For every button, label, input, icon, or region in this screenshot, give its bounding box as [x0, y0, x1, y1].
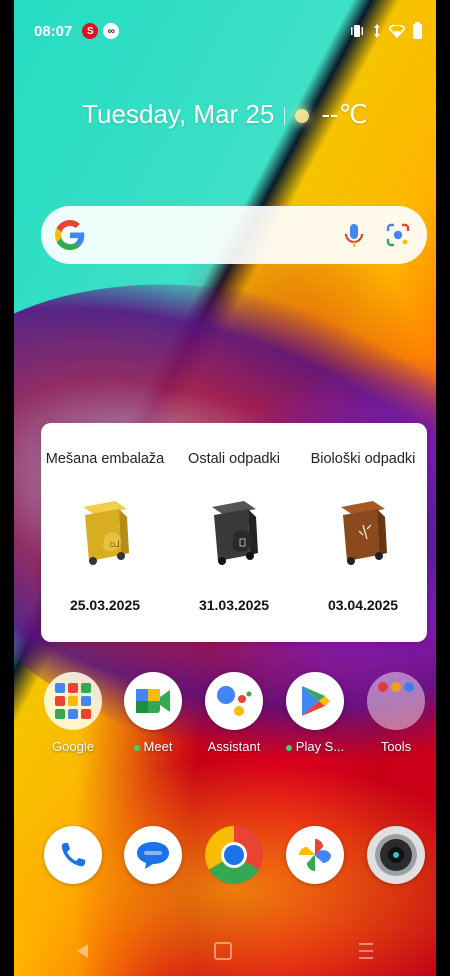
- bin-label: Biološki odpadki: [310, 451, 416, 467]
- status-time: 08:07: [34, 22, 73, 40]
- google-folder-icon: [44, 672, 102, 730]
- app-meet[interactable]: Meet: [115, 672, 191, 754]
- app-messages[interactable]: [115, 826, 191, 884]
- chrome-icon: [205, 826, 263, 884]
- recents-icon[interactable]: [358, 943, 373, 959]
- date-text: Tuesday, Mar 25: [82, 99, 275, 129]
- folder-tools[interactable]: Tools: [358, 672, 434, 754]
- bin-date: 03.04.2025: [327, 597, 399, 613]
- photos-icon: [286, 826, 344, 884]
- swirl-notification-icon: S: [82, 23, 99, 39]
- assistant-icon: [205, 672, 263, 730]
- phone-icon: [44, 826, 102, 884]
- bin-label: Mešana embalaža: [45, 451, 165, 467]
- temperature-text: --℃: [321, 99, 368, 129]
- app-phone[interactable]: [35, 826, 111, 884]
- brown-bin-icon: [341, 501, 387, 565]
- clock-widget[interactable]: Tuesday, Mar 25 --℃: [14, 99, 436, 130]
- bin-packaging[interactable]: Mešana embalaža ഠ⅃ 25.03.2025: [41, 451, 169, 613]
- app-assistant[interactable]: Assistant: [196, 672, 272, 754]
- meet-icon: [124, 672, 182, 730]
- wifi-icon: [389, 24, 405, 38]
- app-photos[interactable]: [277, 826, 353, 884]
- battery-icon: [413, 21, 422, 39]
- app-label: Google: [52, 739, 94, 754]
- bin-label: Ostali odpadki: [188, 451, 280, 467]
- mic-icon[interactable]: [339, 220, 369, 250]
- bin-other[interactable]: Ostali odpadki 31.03.2025: [170, 451, 298, 613]
- app-label: Tools: [380, 739, 412, 754]
- status-bar: 08:07 S ∞: [34, 20, 422, 42]
- app-camera[interactable]: [358, 826, 434, 884]
- bin-date: 25.03.2025: [69, 597, 141, 613]
- weather-icon: [295, 109, 310, 124]
- svg-text:ഠ⅃: ഠ⅃: [109, 540, 120, 550]
- waste-collection-widget[interactable]: Mešana embalaža ഠ⅃ 25.03.2025 Ostali odp…: [41, 423, 427, 642]
- divider: [284, 107, 286, 126]
- app-play-store[interactable]: Play S...: [277, 672, 353, 754]
- google-g-icon: [55, 220, 85, 250]
- home-icon[interactable]: [214, 942, 233, 960]
- vibrate-icon: [351, 25, 363, 37]
- black-bin-icon: [212, 501, 258, 565]
- google-search-bar[interactable]: [41, 206, 427, 264]
- play-store-icon: [286, 672, 344, 730]
- camera-icon: [367, 826, 425, 884]
- back-icon[interactable]: [77, 944, 89, 958]
- bin-bio[interactable]: Biološki odpadki 03.04.2025: [299, 451, 427, 613]
- app-label: Assistant: [207, 739, 261, 754]
- app-chrome[interactable]: [196, 826, 272, 884]
- new-install-dot: [133, 744, 140, 751]
- data-transfer-icon: [374, 24, 380, 38]
- app-label: Meet: [143, 739, 173, 754]
- folder-google[interactable]: Google: [35, 672, 111, 754]
- new-install-dot: [285, 744, 292, 751]
- tools-folder-icon: [367, 672, 425, 730]
- wear-notification-icon: ∞: [103, 23, 120, 39]
- yellow-bin-icon: ഠ⅃: [83, 501, 129, 565]
- navigation-bar: [14, 926, 436, 976]
- home-screen: 08:07 S ∞ Tuesday, Mar 25 --℃ Mešana emb…: [14, 0, 436, 976]
- messages-icon: [124, 826, 182, 884]
- bin-date: 31.03.2025: [198, 597, 270, 613]
- lens-icon[interactable]: [383, 220, 413, 250]
- app-label: Play S...: [295, 739, 345, 754]
